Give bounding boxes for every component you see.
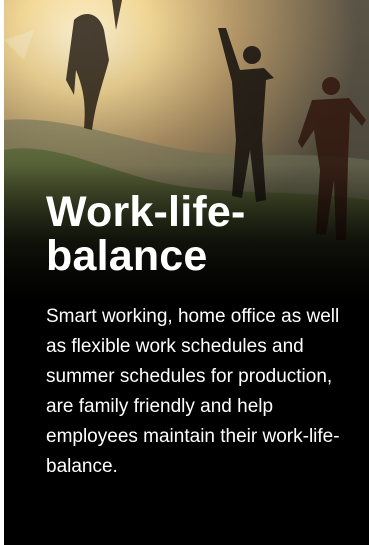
card-description: Smart working, home office as well as fl… — [46, 306, 340, 477]
work-life-balance-card: Work-life-balance Smart working, home of… — [4, 0, 369, 545]
card-title: Work-life-balance — [46, 188, 246, 280]
